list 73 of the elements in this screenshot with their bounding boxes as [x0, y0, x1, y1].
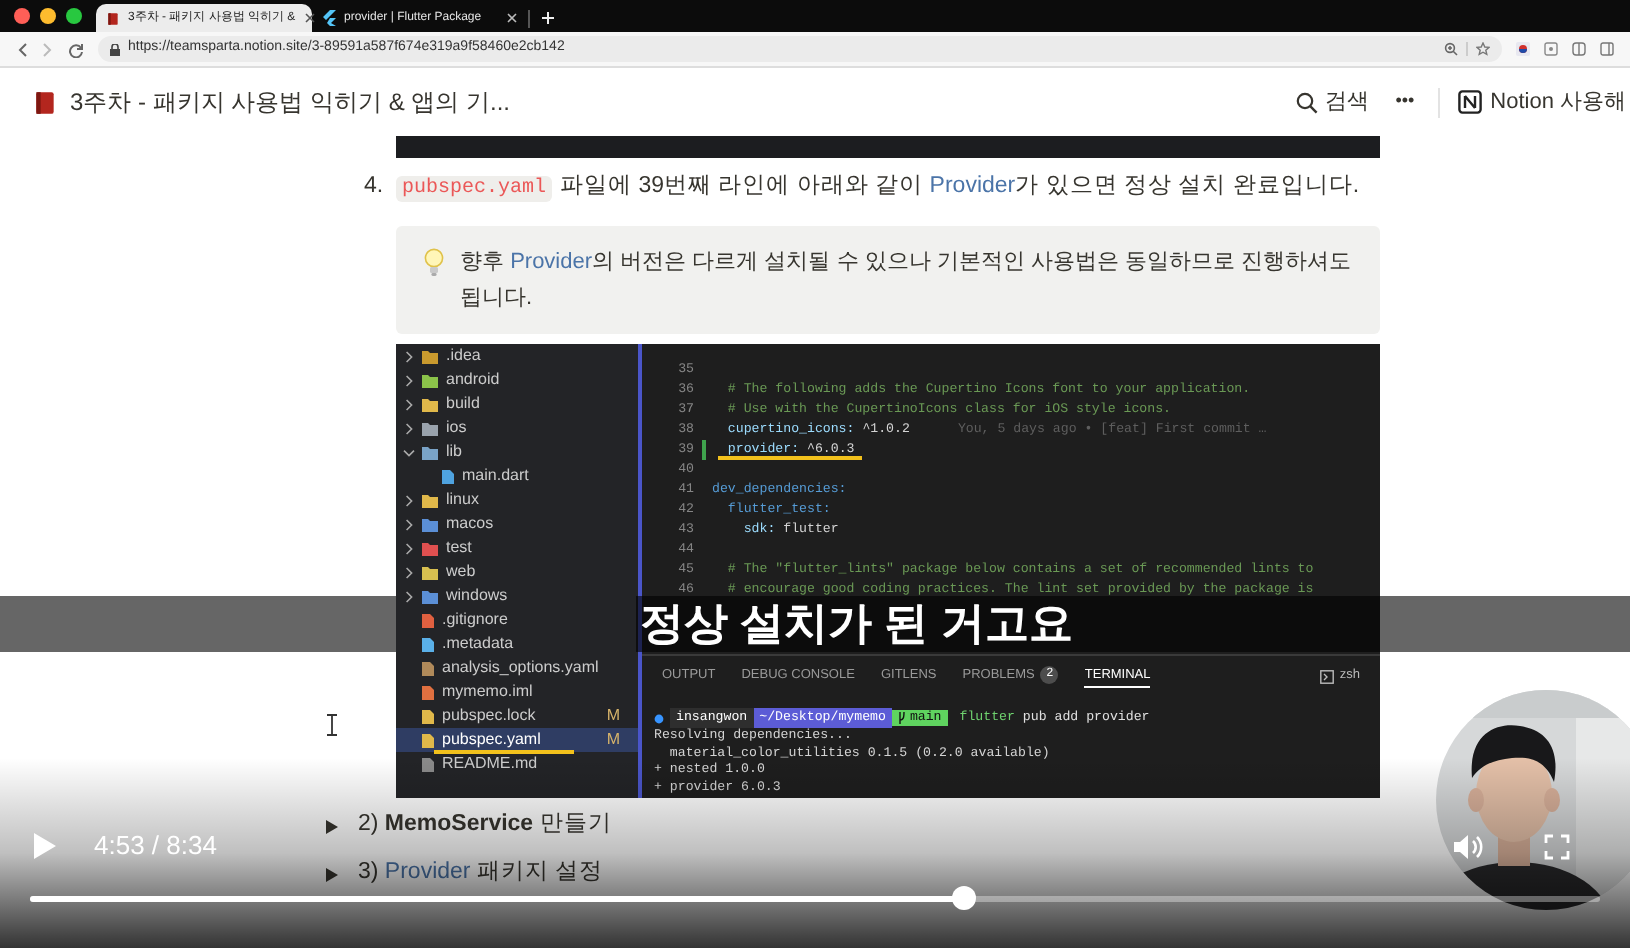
toggle-triangle-icon[interactable]	[326, 867, 338, 881]
terminal-icon	[1319, 669, 1334, 683]
back-icon[interactable]	[16, 41, 28, 57]
file-tree-item[interactable]: main.dart	[396, 464, 638, 488]
file-tree-item[interactable]: .metadata	[396, 632, 638, 656]
fullscreen-icon[interactable]	[1544, 833, 1570, 859]
chevron-logo-icon	[322, 10, 336, 26]
volume-icon[interactable]	[1454, 833, 1484, 859]
lightbulb-icon	[424, 248, 444, 278]
file-tree-item[interactable]: analysis_options.yaml	[396, 656, 638, 680]
toggle-text: 3) Provider 패키지 설정	[358, 858, 604, 889]
file-tree-item[interactable]: README.md	[396, 752, 638, 776]
logo-icon	[1458, 90, 1483, 114]
search-icon	[1295, 91, 1318, 113]
file-tree-item[interactable]: .gitignore	[396, 608, 638, 632]
subtitle-text: 정상 설치가 된 거고요	[640, 598, 1073, 650]
git-status: M	[606, 704, 620, 728]
file-tree-item[interactable]: linux	[396, 488, 638, 512]
close-icon[interactable]	[303, 12, 316, 24]
plus-icon[interactable]	[540, 10, 556, 26]
reload-icon[interactable]	[68, 41, 84, 57]
chevron-down-icon[interactable]	[402, 445, 416, 459]
book-icon	[106, 11, 120, 25]
file-tree-item[interactable]: pubspec.yaml M	[396, 728, 638, 752]
file-tree-item[interactable]: ios	[396, 416, 638, 440]
file-tree-item[interactable]: windows	[396, 584, 638, 608]
text-link[interactable]: Provider	[929, 174, 1016, 199]
file-tree-item[interactable]: test	[396, 536, 638, 560]
file-tree-item[interactable]: pubspec.lock M	[396, 704, 638, 728]
file-tree-item[interactable]: .idea	[396, 344, 638, 368]
git-status: M	[606, 728, 620, 752]
star-icon[interactable]	[1476, 42, 1490, 56]
toggle-triangle-icon[interactable]	[326, 819, 338, 833]
branch-icon	[897, 712, 906, 724]
notion-button[interactable]: Notion 사용해	[1458, 85, 1626, 119]
flag-icon[interactable]	[1516, 42, 1530, 56]
chevron-right-icon[interactable]	[402, 493, 416, 507]
chevron-right-icon[interactable]	[402, 589, 416, 603]
zoom-icon[interactable]	[1444, 42, 1458, 56]
text-cursor-icon	[326, 714, 338, 736]
chevron-right-icon[interactable]	[402, 517, 416, 531]
file-tree-item[interactable]: mymemo.iml	[396, 680, 638, 704]
book-icon	[32, 89, 58, 115]
chevron-right-icon[interactable]	[402, 397, 416, 411]
file-tree-item[interactable]: build	[396, 392, 638, 416]
chevron-right-icon[interactable]	[402, 565, 416, 579]
file-tree-item[interactable]: android	[396, 368, 638, 392]
file-tree-item[interactable]: macos	[396, 512, 638, 536]
more-button[interactable]: •••	[1395, 88, 1415, 116]
page-title: 3주차 - 패키지 사용법 익히기 & 앱의 기...	[70, 86, 511, 120]
toggle-text: 2) MemoService 만들기	[358, 810, 612, 841]
chevron-right-icon[interactable]	[402, 349, 416, 363]
chevron-right-icon[interactable]	[402, 541, 416, 555]
extension-icon[interactable]	[1544, 42, 1558, 56]
chevron-right-icon[interactable]	[402, 373, 416, 387]
inline-code: pubspec.yaml	[396, 176, 553, 203]
file-tree-item[interactable]: lib	[396, 440, 638, 464]
close-icon[interactable]	[506, 12, 518, 24]
status-dot-icon	[654, 713, 664, 723]
step-number: 4.	[364, 172, 386, 203]
split-view-icon[interactable]	[1572, 42, 1586, 56]
callout-text: 향후 Provider의 버전은 다르게 설치될 수 있으나 기본적인 사용법은 동일하므로 진행하셔도 됩니다.	[460, 248, 1354, 314]
progress-track[interactable]	[30, 886, 1600, 910]
text-link[interactable]: Provider	[384, 860, 471, 885]
progress-handle[interactable]	[952, 886, 977, 910]
search-button[interactable]: 검색	[1295, 85, 1370, 119]
time-display: 4:53 / 8:34	[94, 828, 217, 865]
step-text: pubspec.yaml 파일에 39번째 라인에 아래와 같이 Provider가 있으면 정상 설치 완료입니다.	[396, 170, 1360, 206]
text-link[interactable]: Provider	[510, 250, 593, 274]
file-tree-item[interactable]: web	[396, 560, 638, 584]
chevron-right-icon[interactable]	[402, 421, 416, 435]
lock-icon	[110, 43, 120, 55]
sidebar-icon[interactable]	[1600, 42, 1614, 56]
